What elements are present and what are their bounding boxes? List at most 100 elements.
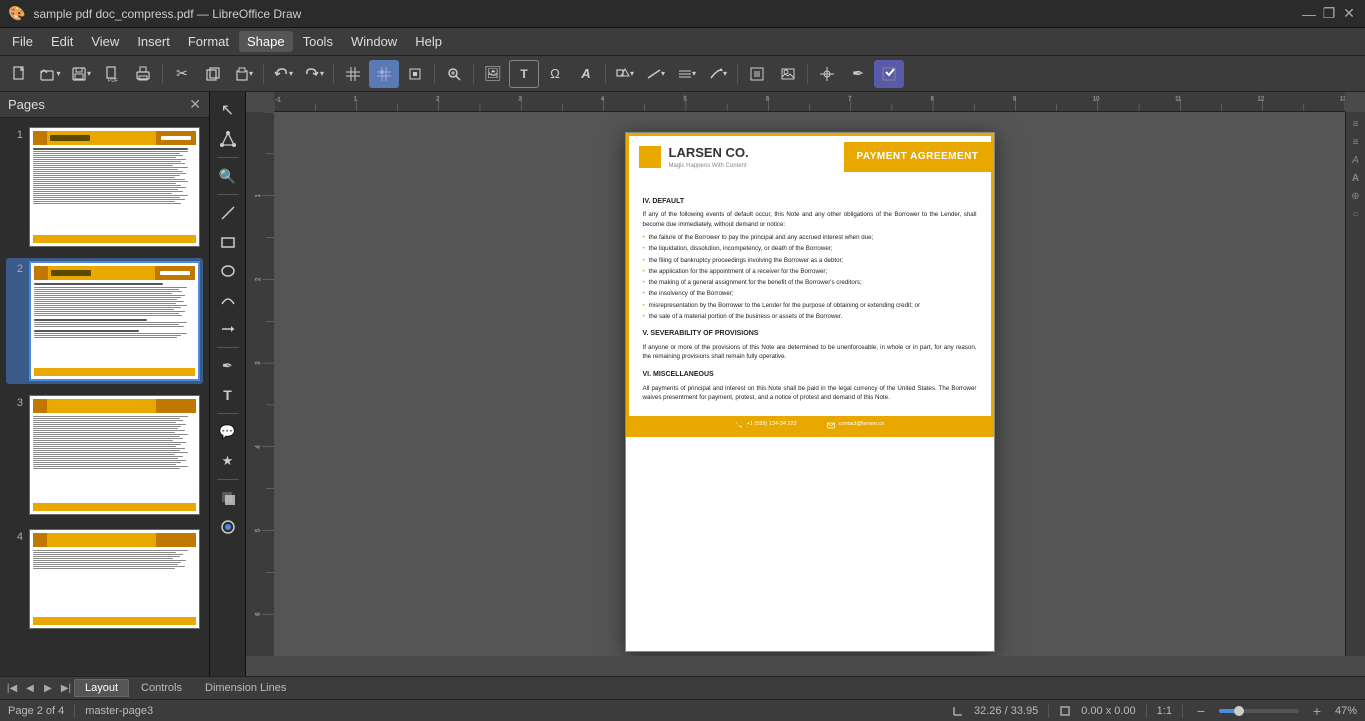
page-document: LARSEN CO. Magic Happens With Content PA… bbox=[625, 132, 995, 652]
doc-logo-area: LARSEN CO. Magic Happens With Content bbox=[629, 136, 845, 179]
insert-image-button[interactable]: 🖼 bbox=[478, 60, 508, 88]
copy-button[interactable] bbox=[198, 60, 228, 88]
export-button[interactable]: PDF bbox=[97, 60, 127, 88]
first-page-button[interactable]: |◀ bbox=[4, 680, 20, 696]
transform-button[interactable] bbox=[812, 60, 842, 88]
coordinates: 32.26 / 33.95 bbox=[974, 705, 1038, 717]
toggle-button[interactable] bbox=[874, 60, 904, 88]
close-button[interactable]: ✕ bbox=[1341, 6, 1357, 22]
page-thumb-1[interactable]: 1 bbox=[6, 124, 203, 250]
maximize-button[interactable]: ❐ bbox=[1321, 6, 1337, 22]
tab-controls[interactable]: Controls bbox=[130, 679, 193, 697]
doc-header: LARSEN CO. Magic Happens With Content PA… bbox=[626, 133, 994, 179]
print-button[interactable] bbox=[128, 60, 158, 88]
frame-button[interactable] bbox=[400, 60, 430, 88]
image2-button[interactable] bbox=[773, 60, 803, 88]
page-thumb-2[interactable]: 2 bbox=[6, 258, 203, 384]
special-char-button[interactable]: Ω bbox=[540, 60, 570, 88]
minimize-button[interactable]: — bbox=[1301, 6, 1317, 22]
paste-button[interactable]: ▾ bbox=[229, 60, 259, 88]
curve-tool[interactable] bbox=[214, 286, 242, 314]
menu-format[interactable]: Format bbox=[180, 31, 237, 52]
ellipse-tool[interactable] bbox=[214, 257, 242, 285]
menu-view[interactable]: View bbox=[83, 31, 127, 52]
rp-navigator-icon[interactable]: ⊕ bbox=[1348, 188, 1364, 204]
tab-layout[interactable]: Layout bbox=[74, 679, 129, 697]
menu-edit[interactable]: Edit bbox=[43, 31, 81, 52]
bullet-marker-8: • bbox=[643, 312, 645, 321]
page-thumb-4[interactable]: 4 bbox=[6, 526, 203, 632]
menu-shape[interactable]: Shape bbox=[239, 31, 293, 52]
new-button[interactable] bbox=[4, 60, 34, 88]
menu-file[interactable]: File bbox=[4, 31, 41, 52]
svg-text:6: 6 bbox=[766, 95, 770, 102]
last-page-button[interactable]: ▶| bbox=[58, 680, 74, 696]
more-shapes-button[interactable]: ▾ bbox=[672, 60, 702, 88]
rp-gallery-icon[interactable]: A bbox=[1348, 170, 1364, 186]
pen-draw-tool[interactable]: ✒ bbox=[214, 352, 242, 380]
rp-styles-icon[interactable]: A bbox=[1348, 152, 1364, 168]
zoom-tool[interactable]: 🔍 bbox=[214, 162, 242, 190]
section5-text: If anyone or more of the provisions of t… bbox=[643, 343, 977, 362]
shapes-button[interactable]: ▾ bbox=[610, 60, 640, 88]
pen-button[interactable]: ✒ bbox=[843, 60, 873, 88]
frame2-button[interactable] bbox=[742, 60, 772, 88]
grid-button[interactable] bbox=[338, 60, 368, 88]
select-tool[interactable]: ↖ bbox=[214, 96, 242, 124]
section4-bullets: • the failure of the Borrower to pay the… bbox=[643, 233, 977, 321]
menu-window[interactable]: Window bbox=[343, 31, 405, 52]
page-info: Page 2 of 4 bbox=[8, 705, 64, 717]
color-fill-tool[interactable] bbox=[214, 513, 242, 541]
textbox-button[interactable]: T bbox=[509, 60, 539, 88]
next-page-button[interactable]: ▶ bbox=[40, 680, 56, 696]
svg-text:12: 12 bbox=[1258, 95, 1265, 102]
point-edit-tool[interactable] bbox=[214, 125, 242, 153]
bullet-1: • the failure of the Borrower to pay the… bbox=[643, 233, 977, 242]
prev-page-button[interactable]: ◀ bbox=[22, 680, 38, 696]
cut-button[interactable]: ✂ bbox=[167, 60, 197, 88]
save-button[interactable]: ▾ bbox=[66, 60, 96, 88]
pages-close-button[interactable]: ✕ bbox=[189, 96, 201, 113]
pages-list: 1 bbox=[0, 118, 209, 676]
fontwork-button[interactable]: A bbox=[571, 60, 601, 88]
tab-dimension-lines[interactable]: Dimension Lines bbox=[194, 679, 297, 697]
bullet-8: • the sale of a material portion of the … bbox=[643, 312, 977, 321]
canvas-area: -1 1 2 3 4 5 6 7 8 9 10 11 12 13 bbox=[246, 92, 1365, 676]
undo-button[interactable]: ▾ bbox=[268, 60, 298, 88]
shadow-tool[interactable] bbox=[214, 484, 242, 512]
menu-help[interactable]: Help bbox=[407, 31, 450, 52]
rp-menu-icon[interactable]: ≡ bbox=[1348, 116, 1364, 132]
pages-title: Pages bbox=[8, 97, 45, 112]
svg-text:10: 10 bbox=[1093, 95, 1100, 102]
doc-body: IV. DEFAULT If any of the following even… bbox=[626, 179, 994, 417]
line-tool[interactable] bbox=[214, 199, 242, 227]
connector2-button[interactable]: ▾ bbox=[703, 60, 733, 88]
zoom-slider-thumb[interactable] bbox=[1234, 706, 1244, 716]
bullet-text-7: misrepresentation by the Borrower to the… bbox=[649, 301, 920, 310]
menu-insert[interactable]: Insert bbox=[129, 31, 178, 52]
connector-tool[interactable] bbox=[214, 315, 242, 343]
zoom-button[interactable] bbox=[439, 60, 469, 88]
page-img-1 bbox=[29, 127, 200, 247]
title-bar-left: 🎨 sample pdf doc_compress.pdf — LibreOff… bbox=[8, 5, 301, 22]
menu-tools[interactable]: Tools bbox=[295, 31, 341, 52]
rp-more-icon[interactable]: ○ bbox=[1348, 206, 1364, 222]
page-thumb-3[interactable]: 3 bbox=[6, 392, 203, 518]
zoom-in-button[interactable]: + bbox=[1309, 703, 1325, 719]
zoom-slider-track[interactable] bbox=[1219, 709, 1299, 713]
open-button[interactable]: ▾ bbox=[35, 60, 65, 88]
ratio-value: 1:1 bbox=[1157, 705, 1172, 717]
callout-tool[interactable]: 💬 bbox=[214, 418, 242, 446]
lines-button[interactable]: ▾ bbox=[641, 60, 671, 88]
svg-text:2: 2 bbox=[436, 95, 440, 102]
snap-grid-button[interactable] bbox=[369, 60, 399, 88]
rectangle-tool[interactable] bbox=[214, 228, 242, 256]
svg-text:6: 6 bbox=[255, 612, 263, 616]
zoom-out-button[interactable]: − bbox=[1193, 703, 1209, 719]
page-img-4 bbox=[29, 529, 200, 629]
text-tool[interactable]: T bbox=[214, 381, 242, 409]
star-tool[interactable]: ★ bbox=[214, 447, 242, 475]
redo-button[interactable]: ▾ bbox=[299, 60, 329, 88]
rp-properties-icon[interactable]: ≡ bbox=[1348, 134, 1364, 150]
doc-canvas[interactable]: LARSEN CO. Magic Happens With Content PA… bbox=[274, 112, 1345, 656]
